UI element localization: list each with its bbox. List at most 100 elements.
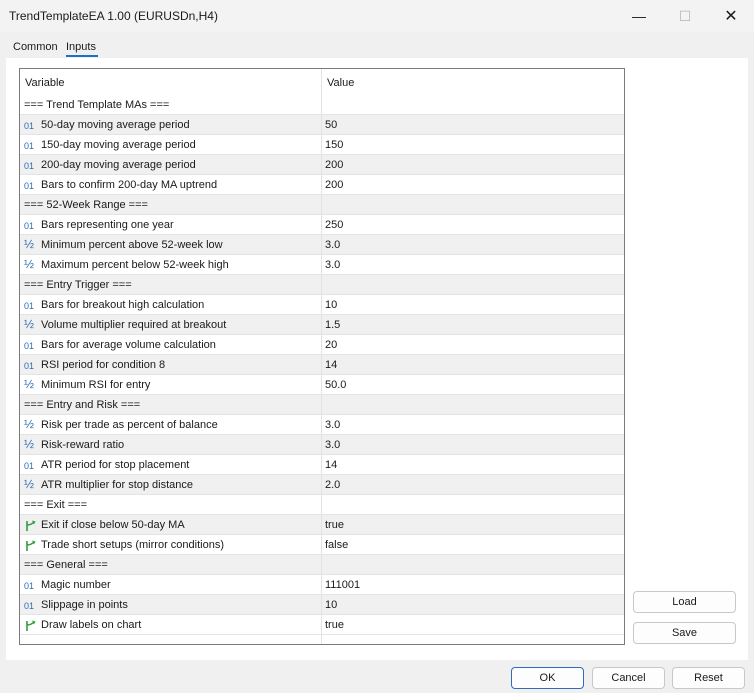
parameter-value[interactable]: 20 bbox=[325, 339, 337, 351]
parameter-value[interactable]: 3.0 bbox=[325, 259, 340, 271]
parameter-name: Bars for average volume calculation bbox=[41, 339, 216, 351]
load-button[interactable]: Load bbox=[633, 591, 736, 613]
parameter-value[interactable]: 14 bbox=[325, 359, 337, 371]
integer-type-icon: 01 bbox=[24, 601, 35, 611]
parameter-name: ATR period for stop placement bbox=[41, 459, 190, 471]
parameter-row[interactable]: ½ Risk per trade as percent of balance 3.0 bbox=[20, 415, 624, 435]
parameter-row[interactable]: 01 RSI period for condition 8 14 bbox=[20, 355, 624, 375]
save-button[interactable]: Save bbox=[633, 622, 736, 644]
parameter-value[interactable]: 50 bbox=[325, 119, 337, 131]
parameter-row[interactable]: 01 50-day moving average period 50 bbox=[20, 115, 624, 135]
parameter-name: Minimum percent above 52-week low bbox=[41, 239, 223, 251]
active-tab-indicator bbox=[66, 55, 98, 57]
section-row[interactable]: === Entry and Risk === bbox=[20, 395, 624, 415]
reset-button[interactable]: Reset bbox=[672, 667, 745, 689]
parameter-value[interactable]: 150 bbox=[325, 139, 343, 151]
parameter-row[interactable]: Draw labels on chart true bbox=[20, 615, 624, 635]
window-title: TrendTemplateEA 1.00 (EURUSDn,H4) bbox=[9, 9, 218, 23]
parameter-row[interactable]: Trade short setups (mirror conditions) fa… bbox=[20, 535, 624, 555]
parameter-row[interactable]: 01 Slippage in points 10 bbox=[20, 595, 624, 615]
parameter-value[interactable]: 250 bbox=[325, 219, 343, 231]
parameter-name: Risk-reward ratio bbox=[41, 439, 125, 451]
parameter-row[interactable]: ½ Minimum RSI for entry 50.0 bbox=[20, 375, 624, 395]
parameter-name: Draw labels on chart bbox=[41, 619, 142, 631]
parameter-value[interactable]: true bbox=[325, 619, 344, 631]
parameter-value[interactable]: 50.0 bbox=[325, 379, 346, 391]
parameter-row[interactable]: ½ Minimum percent above 52-week low 3.0 bbox=[20, 235, 624, 255]
parameter-value[interactable]: 14 bbox=[325, 459, 337, 471]
boolean-type-icon bbox=[24, 518, 38, 532]
parameter-row[interactable]: 01 Bars representing one year 250 bbox=[20, 215, 624, 235]
inputs-grid: Variable Value === Trend Template MAs ==… bbox=[19, 68, 625, 645]
parameter-name: Exit if close below 50-day MA bbox=[41, 519, 185, 531]
parameter-row[interactable]: ½ Risk-reward ratio 3.0 bbox=[20, 435, 624, 455]
cancel-button[interactable]: Cancel bbox=[592, 667, 665, 689]
parameter-name: 50-day moving average period bbox=[41, 119, 190, 131]
parameter-name: Bars for breakout high calculation bbox=[41, 299, 205, 311]
parameter-row[interactable]: ½ Volume multiplier required at breakout 1… bbox=[20, 315, 624, 335]
close-button[interactable]: ✕ bbox=[708, 0, 754, 32]
title-bar: TrendTemplateEA 1.00 (EURUSDn,H4) — ☐ ✕ bbox=[0, 0, 754, 32]
ok-button[interactable]: OK bbox=[511, 667, 584, 689]
section-row[interactable]: === Entry Trigger === bbox=[20, 275, 624, 295]
section-label: === Trend Template MAs === bbox=[24, 99, 170, 111]
parameter-name: ATR multiplier for stop distance bbox=[41, 479, 194, 491]
section-row[interactable]: === Exit === bbox=[20, 495, 624, 515]
tab-inputs[interactable]: Inputs bbox=[66, 41, 96, 53]
integer-type-icon: 01 bbox=[24, 181, 35, 191]
parameter-value[interactable]: 3.0 bbox=[325, 439, 340, 451]
maximize-button[interactable]: ☐ bbox=[662, 0, 708, 32]
parameter-value[interactable]: 10 bbox=[325, 599, 337, 611]
parameter-name: Volume multiplier required at breakout bbox=[41, 319, 227, 331]
parameter-row[interactable]: 01 ATR period for stop placement 14 bbox=[20, 455, 624, 475]
parameter-row[interactable]: 01 Bars to confirm 200-day MA uptrend 200 bbox=[20, 175, 624, 195]
parameter-row[interactable]: Exit if close below 50-day MA true bbox=[20, 515, 624, 535]
section-row[interactable]: === 52-Week Range === bbox=[20, 195, 624, 215]
parameter-name: Magic number bbox=[41, 579, 111, 591]
parameter-value[interactable]: 2.0 bbox=[325, 479, 340, 491]
parameter-value[interactable]: 3.0 bbox=[325, 239, 340, 251]
minimize-button[interactable]: — bbox=[616, 0, 662, 32]
parameter-name: 150-day moving average period bbox=[41, 139, 196, 151]
parameter-row[interactable]: ½ ATR multiplier for stop distance 2.0 bbox=[20, 475, 624, 495]
section-row[interactable]: === General === bbox=[20, 555, 624, 575]
parameter-row[interactable]: 01 Bars for average volume calculation 20 bbox=[20, 335, 624, 355]
double-type-icon: ½ bbox=[24, 437, 35, 451]
section-label: === 52-Week Range === bbox=[24, 199, 148, 211]
double-type-icon: ½ bbox=[24, 417, 35, 431]
parameter-row[interactable]: ½ Maximum percent below 52-week high 3.0 bbox=[20, 255, 624, 275]
tab-common[interactable]: Common bbox=[13, 41, 58, 53]
column-separator[interactable] bbox=[321, 69, 322, 644]
integer-type-icon: 01 bbox=[24, 361, 35, 371]
parameter-value[interactable]: 200 bbox=[325, 179, 343, 191]
column-header-value[interactable]: Value bbox=[327, 77, 354, 89]
parameter-value[interactable]: false bbox=[325, 539, 348, 551]
section-row[interactable]: === Trend Template MAs === bbox=[20, 95, 624, 115]
integer-type-icon: 01 bbox=[24, 121, 35, 131]
double-type-icon: ½ bbox=[24, 257, 35, 271]
parameter-row[interactable]: 01 150-day moving average period 150 bbox=[20, 135, 624, 155]
integer-type-icon: 01 bbox=[24, 221, 35, 231]
double-type-icon: ½ bbox=[24, 237, 35, 251]
integer-type-icon: 01 bbox=[24, 461, 35, 471]
boolean-type-icon bbox=[24, 618, 38, 632]
integer-type-icon: 01 bbox=[24, 301, 35, 311]
parameter-row[interactable]: 01 Magic number 111001 bbox=[20, 575, 624, 595]
parameter-value[interactable]: 3.0 bbox=[325, 419, 340, 431]
parameter-value[interactable]: 111001 bbox=[325, 579, 360, 591]
parameter-name: RSI period for condition 8 bbox=[41, 359, 166, 371]
parameter-row[interactable]: 01 Bars for breakout high calculation 10 bbox=[20, 295, 624, 315]
column-header-variable[interactable]: Variable bbox=[25, 77, 65, 89]
integer-type-icon: 01 bbox=[24, 581, 35, 591]
tab-bar: Common Inputs bbox=[0, 32, 754, 58]
section-label: === Exit === bbox=[24, 499, 87, 511]
parameter-name: Slippage in points bbox=[41, 599, 128, 611]
integer-type-icon: 01 bbox=[24, 161, 35, 171]
parameter-row[interactable]: 01 200-day moving average period 200 bbox=[20, 155, 624, 175]
parameter-value[interactable]: true bbox=[325, 519, 344, 531]
parameter-value[interactable]: 1.5 bbox=[325, 319, 340, 331]
integer-type-icon: 01 bbox=[24, 341, 35, 351]
parameter-value[interactable]: 10 bbox=[325, 299, 337, 311]
parameter-value[interactable]: 200 bbox=[325, 159, 343, 171]
boolean-type-icon bbox=[24, 538, 38, 552]
